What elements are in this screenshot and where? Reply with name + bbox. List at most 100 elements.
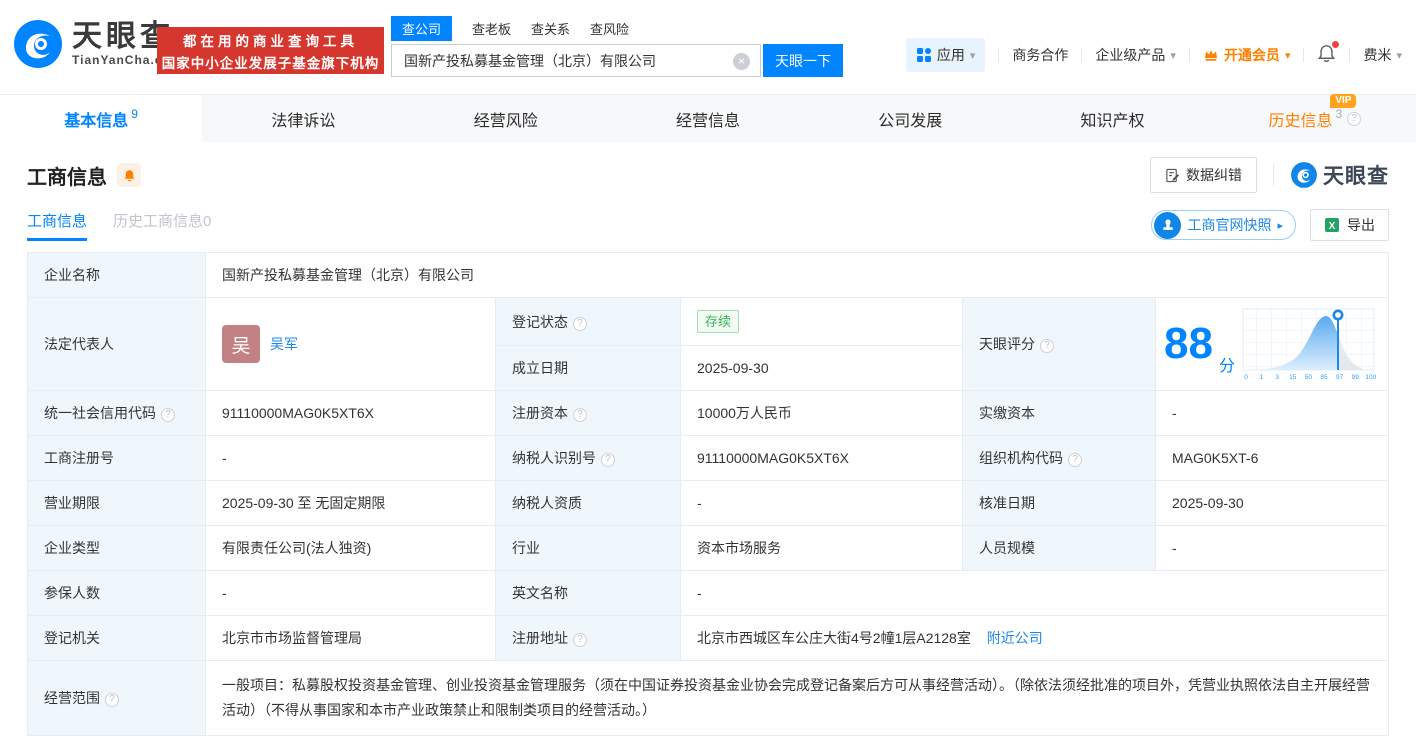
search-input[interactable] [392, 45, 760, 76]
search-button[interactable]: 天眼一下 [763, 44, 843, 77]
export-button[interactable]: X 导出 [1310, 209, 1389, 241]
tianyan-score-cell: 88 分 0 1 3 15 50 85 97 99 100 [1155, 297, 1389, 391]
question-icon[interactable]: ? [573, 408, 587, 422]
table-row: 法定代表人 吴 吴军 登记状态? 存续 天眼评分? 88 分 0 1 3 15 … [27, 297, 1389, 391]
chevron-down-icon: ▾ [1170, 49, 1176, 62]
subscribe-bell-chip[interactable] [117, 163, 141, 187]
legal-rep-link[interactable]: 吴军 [270, 334, 298, 354]
excel-icon: X [1325, 218, 1339, 232]
field-label: 核准日期 [962, 480, 1156, 526]
reg-authority-value: 北京市市场监督管理局 [205, 615, 496, 661]
svg-text:1: 1 [1260, 374, 1264, 381]
notifications-bell[interactable] [1317, 41, 1340, 66]
official-snapshot-button[interactable]: 工商官网快照 ▸ [1151, 210, 1296, 240]
question-icon[interactable]: ? [1347, 111, 1362, 126]
staff-size-value: - [1155, 525, 1389, 571]
tab-count-badge: 3 [1335, 106, 1343, 121]
table-row: 登记机关 北京市市场监督管理局 注册地址? 北京市西城区车公庄大街4号2幢1层A… [27, 615, 1389, 661]
field-label: 组织机构代码? [962, 435, 1156, 481]
subtab-business-info[interactable]: 工商信息 [27, 210, 88, 241]
section-header: 工商信息 数据纠错 天眼查 [27, 154, 1389, 196]
apps-menu[interactable]: 应用 ▾ [905, 38, 986, 72]
tab-intellectual-property[interactable]: 知识产权 [1011, 95, 1213, 142]
data-correction-button[interactable]: 数据纠错 [1150, 157, 1257, 193]
question-icon[interactable]: ? [1040, 339, 1054, 353]
field-label: 注册资本? [495, 390, 681, 436]
search-block: 查公司 查老板 查关系 查风险 × 天眼一下 [391, 16, 843, 77]
field-label: 企业名称 [27, 252, 206, 298]
question-icon[interactable]: ? [1068, 453, 1082, 467]
divider [1081, 48, 1083, 62]
reg-number-value: - [205, 435, 496, 481]
divider [998, 48, 1000, 62]
tab-basic-info[interactable]: 基本信息 9 [0, 95, 203, 142]
business-term-value: 2025-09-30 至 无固定期限 [205, 480, 496, 526]
nearby-companies-link[interactable]: 附近公司 [987, 630, 1043, 646]
tab-history-info[interactable]: 历史信息 VIP 3 ? [1214, 93, 1416, 142]
svg-text:15: 15 [1289, 374, 1297, 381]
export-label: 导出 [1347, 217, 1375, 233]
search-tabs: 查公司 查老板 查关系 查风险 [391, 16, 843, 41]
subtab-history-business-info[interactable]: 历史工商信息0 [113, 210, 211, 241]
chevron-down-icon: ▾ [1396, 49, 1402, 62]
open-vip-button[interactable]: 开通会员 ▾ [1203, 45, 1290, 65]
approval-date-value: 2025-09-30 [1155, 480, 1389, 526]
tab-operation-risk[interactable]: 经营风险 [405, 95, 607, 142]
subtab-row: 工商信息 历史工商信息0 工商官网快照 ▸ X 导出 [27, 206, 1389, 244]
tab-label: 历史信息 [1268, 112, 1333, 130]
svg-text:100: 100 [1365, 374, 1376, 381]
field-label: 行业 [495, 525, 681, 571]
tab-label: 基本信息 [64, 112, 129, 130]
clear-icon[interactable]: × [733, 53, 750, 70]
search-tab-company[interactable]: 查公司 [391, 16, 453, 41]
field-label: 天眼评分? [962, 297, 1156, 391]
reg-status-value: 存续 [680, 297, 963, 346]
question-icon[interactable]: ? [601, 453, 615, 467]
vip-label: 开通会员 [1223, 47, 1280, 63]
search-tab-boss[interactable]: 查老板 [472, 16, 511, 41]
question-icon[interactable]: ? [573, 316, 587, 331]
field-label: 营业期限 [27, 480, 206, 526]
correction-label: 数据纠错 [1186, 167, 1242, 183]
apps-label: 应用 [936, 47, 965, 63]
reg-capital-value: 10000万人民币 [680, 390, 963, 436]
question-icon[interactable]: ? [105, 693, 119, 708]
section-title: 工商信息 [27, 166, 107, 189]
org-code-value: MAG0K5XT-6 [1155, 435, 1389, 481]
nav-enterprise-products[interactable]: 企业级产品 ▾ [1095, 45, 1176, 65]
question-icon[interactable]: ? [573, 633, 587, 647]
page-header: 天眼查 TianYanCha.com 都在用的商业查询工具 国家中小企业发展子基… [0, 0, 1416, 94]
field-label: 人员规模 [962, 525, 1156, 571]
user-menu[interactable]: 费米 ▾ [1363, 45, 1402, 65]
correction-icon [1166, 168, 1180, 182]
business-scope-value: 一般项目：私募股权投资基金管理、创业投资基金管理服务（须在中国证券投资基金业协会… [222, 677, 1370, 719]
search-input-wrap: × [391, 44, 761, 77]
search-tab-relation[interactable]: 查关系 [531, 16, 570, 41]
company-type-value: 有限责任公司(法人独资) [205, 525, 496, 571]
brand-slogan-banner: 都在用的商业查询工具 国家中小企业发展子基金旗下机构 [157, 27, 384, 74]
score-value: 88 [1164, 319, 1213, 368]
svg-text:50: 50 [1305, 374, 1313, 381]
tab-legal-proceedings[interactable]: 法律诉讼 [202, 95, 404, 142]
notification-dot [1332, 41, 1340, 48]
tab-company-development[interactable]: 公司发展 [809, 95, 1011, 142]
arrow-right-icon: ▸ [1277, 219, 1283, 232]
insured-count-value: - [205, 570, 496, 616]
tab-count-badge: 9 [131, 106, 138, 121]
top-nav: 应用 ▾ 商务合作 企业级产品 ▾ 开通会员 ▾ 费米 ▾ [905, 38, 1402, 72]
nav-cooperation[interactable]: 商务合作 [1012, 45, 1068, 65]
search-tab-risk[interactable]: 查风险 [590, 16, 629, 41]
field-label: 工商注册号 [27, 435, 206, 481]
field-label: 纳税人资质 [495, 480, 681, 526]
score-distribution-chart: 0 1 3 15 50 85 97 99 100 [1242, 308, 1377, 381]
business-scope-cell: 一般项目：私募股权投资基金管理、创业投资基金管理服务（须在中国证券投资基金业协会… [205, 659, 1389, 736]
snapshot-label: 工商官网快照 [1187, 217, 1272, 233]
enterprise-label: 企业级产品 [1095, 47, 1166, 63]
credit-code-value: 91110000MAG0K5XT6X [205, 390, 496, 436]
tab-operation-info[interactable]: 经营信息 [607, 95, 809, 142]
slogan-line2: 国家中小企业发展子基金旗下机构 [161, 55, 380, 71]
tianyancha-logo-icon [14, 20, 62, 68]
divider [1273, 164, 1274, 186]
question-icon[interactable]: ? [161, 408, 175, 422]
avatar[interactable]: 吴 [222, 325, 260, 363]
